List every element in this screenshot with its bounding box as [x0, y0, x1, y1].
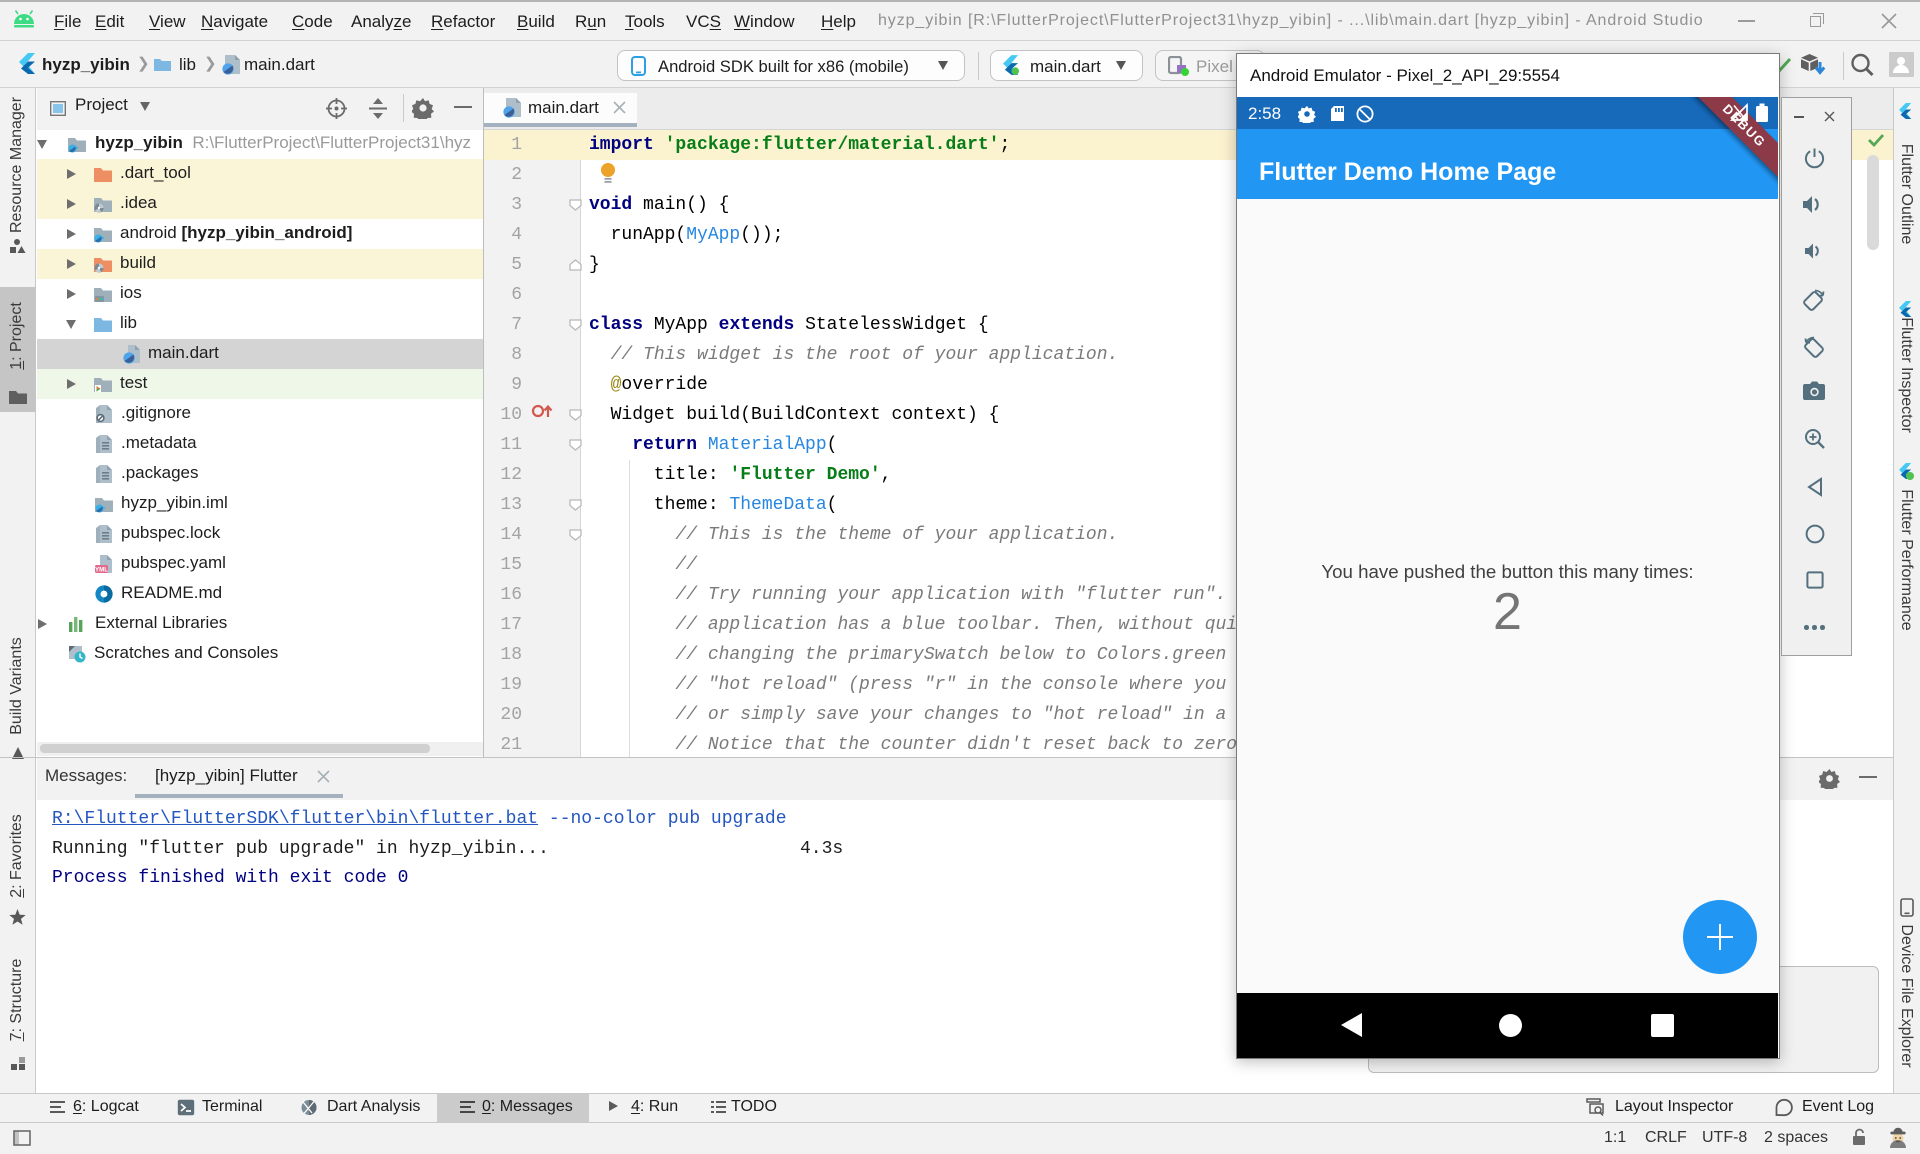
svg-text:YML: YML: [95, 567, 108, 574]
